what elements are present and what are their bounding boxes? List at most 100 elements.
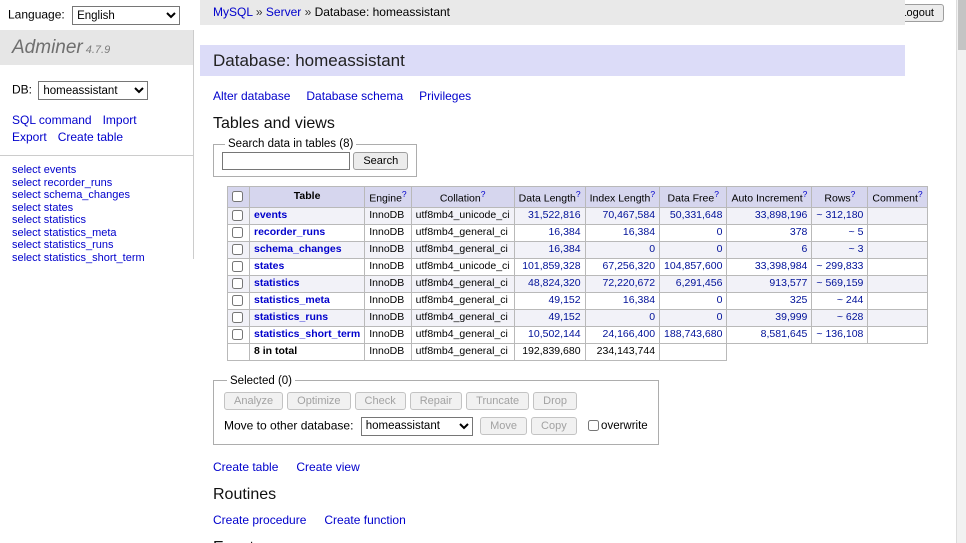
rows-link[interactable]: ~ 5 bbox=[849, 226, 864, 238]
row-checkbox[interactable] bbox=[232, 295, 243, 306]
index-length-link[interactable]: 72,220,672 bbox=[602, 277, 655, 289]
data-length-link[interactable]: 10,502,144 bbox=[528, 328, 581, 340]
table-name-link[interactable]: states bbox=[254, 260, 284, 272]
optimize-button[interactable]: Optimize bbox=[287, 392, 350, 410]
search-button[interactable]: Search bbox=[353, 152, 408, 170]
row-checkbox[interactable] bbox=[232, 329, 243, 340]
copy-button[interactable]: Copy bbox=[531, 417, 577, 435]
db-action-link[interactable]: Privileges bbox=[419, 89, 471, 103]
data-length-link[interactable]: 101,859,328 bbox=[522, 260, 580, 272]
help-icon[interactable]: ? bbox=[803, 189, 808, 199]
table-name-link[interactable]: recorder_runs bbox=[254, 226, 325, 238]
help-icon[interactable]: ? bbox=[918, 189, 923, 199]
data-length-link[interactable]: 16,384 bbox=[548, 226, 580, 238]
rows-link[interactable]: ~ 244 bbox=[837, 294, 864, 306]
drop-button[interactable]: Drop bbox=[533, 392, 577, 410]
data-free-link[interactable]: 0 bbox=[717, 226, 723, 238]
sidebar-action-link[interactable]: SQL command bbox=[12, 113, 92, 127]
index-length-link[interactable]: 0 bbox=[649, 311, 655, 323]
breadcrumb-link[interactable]: MySQL bbox=[213, 5, 253, 19]
row-checkbox[interactable] bbox=[232, 210, 243, 221]
data-length-link[interactable]: 49,152 bbox=[548, 294, 580, 306]
sidebar-action-link[interactable]: Export bbox=[12, 130, 47, 144]
index-length-link[interactable]: 70,467,584 bbox=[602, 209, 655, 221]
sidebar-table-link[interactable]: select statistics_meta bbox=[12, 227, 181, 240]
data-free-link[interactable]: 0 bbox=[717, 311, 723, 323]
sidebar-table-link[interactable]: select recorder_runs bbox=[12, 177, 181, 190]
rows-link[interactable]: ~ 136,108 bbox=[816, 328, 863, 340]
create-procedure-link[interactable]: Create procedure bbox=[213, 513, 306, 527]
sidebar-table-link[interactable]: select statistics bbox=[12, 214, 181, 227]
row-checkbox[interactable] bbox=[232, 261, 243, 272]
help-icon[interactable]: ? bbox=[851, 189, 856, 199]
truncate-button[interactable]: Truncate bbox=[466, 392, 529, 410]
check-button[interactable]: Check bbox=[355, 392, 406, 410]
data-free-link[interactable]: 50,331,648 bbox=[670, 209, 723, 221]
scrollbar[interactable] bbox=[956, 0, 966, 543]
sidebar-table-link[interactable]: select schema_changes bbox=[12, 189, 181, 202]
app-name[interactable]: Adminer bbox=[12, 37, 83, 58]
sidebar-table-link[interactable]: select statistics_short_term bbox=[12, 252, 181, 265]
overwrite-checkbox[interactable] bbox=[588, 420, 599, 431]
help-icon[interactable]: ? bbox=[481, 189, 486, 199]
help-icon[interactable]: ? bbox=[576, 189, 581, 199]
scrollbar-thumb[interactable] bbox=[958, 0, 966, 50]
auto-increment-link[interactable]: 33,398,984 bbox=[755, 260, 808, 272]
create-function-link[interactable]: Create function bbox=[324, 513, 405, 527]
move-db-select[interactable]: homeassistant bbox=[361, 417, 473, 436]
create-view-link[interactable]: Create view bbox=[296, 460, 359, 474]
rows-link[interactable]: ~ 569,159 bbox=[816, 277, 863, 289]
analyze-button[interactable]: Analyze bbox=[224, 392, 283, 410]
table-name-link[interactable]: statistics_short_term bbox=[254, 328, 360, 340]
auto-increment-link[interactable]: 325 bbox=[790, 294, 808, 306]
help-icon[interactable]: ? bbox=[402, 189, 407, 199]
auto-increment-link[interactable]: 913,577 bbox=[769, 277, 807, 289]
sidebar-table-link[interactable]: select states bbox=[12, 202, 181, 215]
db-action-link[interactable]: Database schema bbox=[306, 89, 403, 103]
auto-increment-link[interactable]: 378 bbox=[790, 226, 808, 238]
rows-link[interactable]: ~ 628 bbox=[837, 311, 864, 323]
rows-link[interactable]: ~ 299,833 bbox=[816, 260, 863, 272]
search-input[interactable] bbox=[222, 152, 350, 170]
auto-increment-link[interactable]: 33,898,196 bbox=[755, 209, 808, 221]
sidebar-table-link[interactable]: select events bbox=[12, 164, 181, 177]
table-name-link[interactable]: schema_changes bbox=[254, 243, 342, 255]
row-checkbox[interactable] bbox=[232, 227, 243, 238]
index-length-link[interactable]: 16,384 bbox=[623, 226, 655, 238]
move-button[interactable]: Move bbox=[480, 417, 527, 435]
index-length-link[interactable]: 0 bbox=[649, 243, 655, 255]
index-length-link[interactable]: 24,166,400 bbox=[602, 328, 655, 340]
sidebar-table-link[interactable]: select statistics_runs bbox=[12, 239, 181, 252]
auto-increment-link[interactable]: 8,581,645 bbox=[761, 328, 808, 340]
data-free-link[interactable]: 104,857,600 bbox=[664, 260, 722, 272]
data-free-link[interactable]: 6,291,456 bbox=[676, 277, 723, 289]
repair-button[interactable]: Repair bbox=[410, 392, 462, 410]
db-action-link[interactable]: Alter database bbox=[213, 89, 290, 103]
row-checkbox[interactable] bbox=[232, 244, 243, 255]
table-name-link[interactable]: statistics_runs bbox=[254, 311, 328, 323]
data-free-link[interactable]: 0 bbox=[717, 294, 723, 306]
language-select[interactable]: English bbox=[72, 6, 180, 25]
sidebar-action-link[interactable]: Create table bbox=[58, 130, 123, 144]
data-length-link[interactable]: 48,824,320 bbox=[528, 277, 581, 289]
db-select[interactable]: homeassistant bbox=[38, 81, 148, 100]
data-free-link[interactable]: 0 bbox=[717, 243, 723, 255]
breadcrumb-link[interactable]: Server bbox=[266, 5, 301, 19]
data-length-link[interactable]: 49,152 bbox=[548, 311, 580, 323]
rows-link[interactable]: ~ 312,180 bbox=[816, 209, 863, 221]
sidebar-action-link[interactable]: Import bbox=[103, 113, 137, 127]
select-all-checkbox[interactable] bbox=[232, 191, 243, 202]
auto-increment-link[interactable]: 6 bbox=[802, 243, 808, 255]
help-icon[interactable]: ? bbox=[650, 189, 655, 199]
row-checkbox[interactable] bbox=[232, 278, 243, 289]
table-name-link[interactable]: statistics bbox=[254, 277, 300, 289]
index-length-link[interactable]: 67,256,320 bbox=[602, 260, 655, 272]
create-table-link[interactable]: Create table bbox=[213, 460, 278, 474]
row-checkbox[interactable] bbox=[232, 312, 243, 323]
data-length-link[interactable]: 31,522,816 bbox=[528, 209, 581, 221]
index-length-link[interactable]: 16,384 bbox=[623, 294, 655, 306]
data-length-link[interactable]: 16,384 bbox=[548, 243, 580, 255]
auto-increment-link[interactable]: 39,999 bbox=[775, 311, 807, 323]
table-name-link[interactable]: statistics_meta bbox=[254, 294, 330, 306]
help-icon[interactable]: ? bbox=[714, 189, 719, 199]
